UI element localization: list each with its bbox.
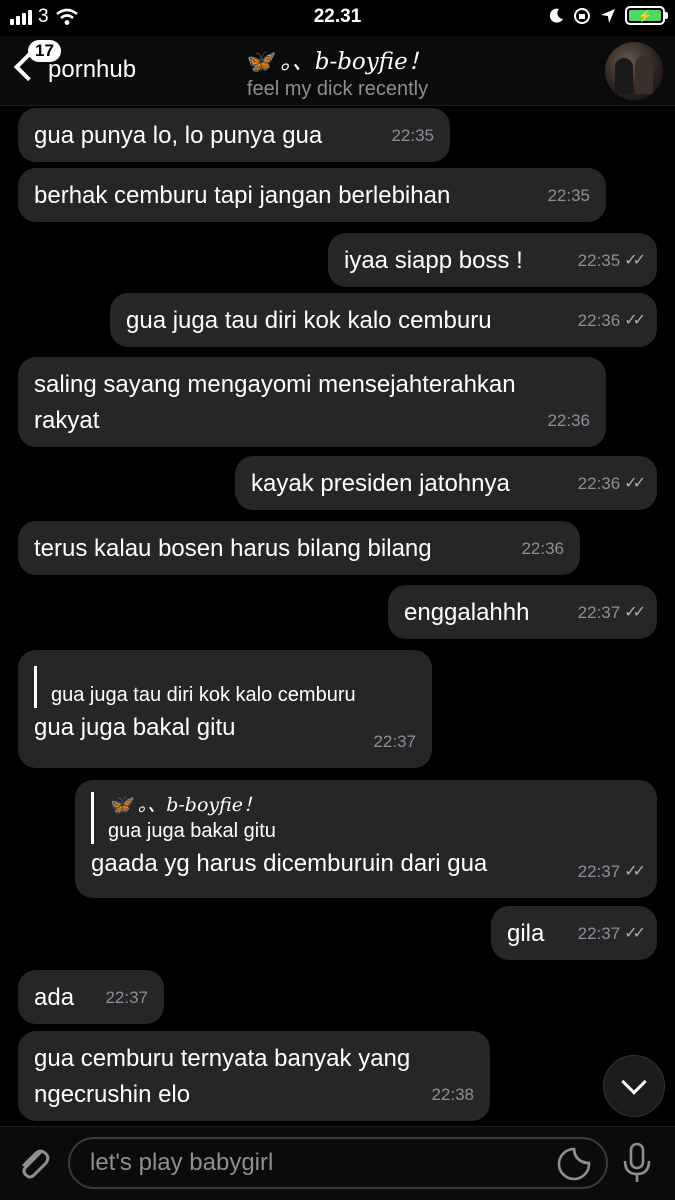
- location-icon: [601, 8, 615, 23]
- rotation-lock-icon: [574, 7, 590, 24]
- message-bubble-outgoing[interactable]: kayak presiden jatohnya 22:36 ✓✓: [235, 456, 657, 510]
- sticker-icon[interactable]: [557, 1147, 591, 1181]
- read-check-icon: ✓✓: [624, 863, 646, 880]
- message-time: 22:35: [391, 126, 434, 145]
- status-bar: 3 22.31 ⚡: [0, 0, 675, 36]
- reply-preview[interactable]: 🦋 。、b-boyfie！ gua juga bakal gitu: [91, 792, 641, 844]
- message-bubble-incoming[interactable]: gua juga tau diri kok kalo cemburu gua j…: [18, 650, 432, 768]
- message-text: terus kalau bosen harus bilang bilang: [34, 535, 432, 562]
- reply-author: 🦋 。、b-boyfie！: [108, 794, 263, 816]
- message-time: 22:35: [577, 251, 621, 270]
- message-text: gua juga bakal gitu: [34, 714, 236, 741]
- message-text: ada: [34, 984, 75, 1011]
- message-bubble-outgoing[interactable]: gua juga tau diri kok kalo cemburu 22:36…: [110, 293, 657, 347]
- read-check-icon: ✓✓: [624, 312, 646, 329]
- message-time: 22:37: [373, 732, 416, 751]
- message-time: 22:36: [547, 411, 590, 430]
- message-text: gila: [507, 920, 545, 947]
- chat-title: 🦋 。、b-boyfie！: [244, 49, 431, 75]
- chat-header: 17 pornhub 🦋 。、b-boyfie！ feel my dick re…: [0, 36, 675, 106]
- message-list[interactable]: gua punya lo, lo punya gua 22:35 berhak …: [0, 106, 675, 1126]
- message-text: gaada yg harus dicemburuin dari gua: [91, 850, 488, 877]
- message-text: enggalahhh: [404, 599, 530, 626]
- chevron-down-icon: [621, 1069, 647, 1095]
- message-time: 22:35: [547, 186, 590, 205]
- chat-subtitle: feel my dick recently: [246, 78, 429, 100]
- message-bubble-incoming[interactable]: berhak cemburu tapi jangan berlebihan 22…: [18, 168, 606, 222]
- read-check-icon: ✓✓: [624, 925, 646, 942]
- microphone-icon[interactable]: [617, 1141, 657, 1185]
- read-check-icon: ✓✓: [624, 604, 646, 621]
- reply-text: gua juga tau diri kok kalo cemburu: [51, 684, 356, 706]
- message-bubble-outgoing[interactable]: iyaa siapp boss ! 22:35 ✓✓: [328, 233, 657, 287]
- status-icons: ⚡: [548, 6, 668, 25]
- message-text: gua cemburu ternyata banyak yang ngecrus…: [34, 1045, 411, 1108]
- message-bubble-outgoing[interactable]: enggalahhh 22:37 ✓✓: [388, 585, 657, 639]
- message-time: 22:36: [521, 539, 564, 558]
- message-time: 22:36: [577, 311, 621, 330]
- message-bubble-incoming[interactable]: gua punya lo, lo punya gua 22:35: [18, 108, 450, 162]
- moon-icon: [549, 8, 563, 23]
- message-text: saling sayang mengayomi mensejahterahkan…: [34, 371, 516, 434]
- composer-bar: let's play babygirl: [0, 1126, 675, 1200]
- reply-preview[interactable]: gua juga tau diri kok kalo cemburu: [34, 666, 416, 708]
- message-text: iyaa siapp boss !: [344, 247, 523, 274]
- message-bubble-incoming[interactable]: saling sayang mengayomi mensejahterahkan…: [18, 357, 606, 447]
- message-time: 22:37: [577, 924, 621, 943]
- message-time: 22:37: [577, 862, 621, 881]
- read-check-icon: ✓✓: [624, 475, 646, 492]
- scroll-down-button[interactable]: [603, 1055, 665, 1117]
- battery-icon: ⚡: [625, 6, 668, 25]
- message-text: gua juga tau diri kok kalo cemburu: [126, 307, 492, 334]
- message-time: 22:36: [577, 474, 621, 493]
- reply-text: gua juga bakal gitu: [108, 820, 276, 842]
- paperclip-icon[interactable]: [14, 1143, 54, 1183]
- message-time: 22:37: [105, 988, 148, 1007]
- message-text: berhak cemburu tapi jangan berlebihan: [34, 182, 451, 209]
- message-input[interactable]: let's play babygirl: [68, 1137, 608, 1189]
- avatar[interactable]: [605, 42, 663, 100]
- message-time: 22:38: [431, 1085, 474, 1104]
- message-bubble-incoming[interactable]: gua cemburu ternyata banyak yang ngecrus…: [18, 1031, 490, 1121]
- message-bubble-outgoing[interactable]: 🦋 。、b-boyfie！ gua juga bakal gitu gaada …: [75, 780, 657, 898]
- back-button[interactable]: 17 pornhub: [10, 40, 137, 84]
- back-label: pornhub: [48, 56, 137, 83]
- message-bubble-incoming[interactable]: terus kalau bosen harus bilang bilang 22…: [18, 521, 580, 575]
- message-bubble-incoming[interactable]: ada 22:37: [18, 970, 164, 1024]
- message-text: kayak presiden jatohnya: [251, 470, 510, 497]
- unread-badge: 17: [28, 40, 61, 62]
- message-text: gua punya lo, lo punya gua: [34, 122, 323, 149]
- message-input-placeholder: let's play babygirl: [90, 1149, 274, 1176]
- chat-title-area[interactable]: 🦋 。、b-boyfie！ feel my dick recently: [170, 42, 505, 101]
- read-check-icon: ✓✓: [624, 252, 646, 269]
- message-bubble-outgoing[interactable]: gila 22:37 ✓✓: [491, 906, 657, 960]
- message-time: 22:37: [577, 603, 621, 622]
